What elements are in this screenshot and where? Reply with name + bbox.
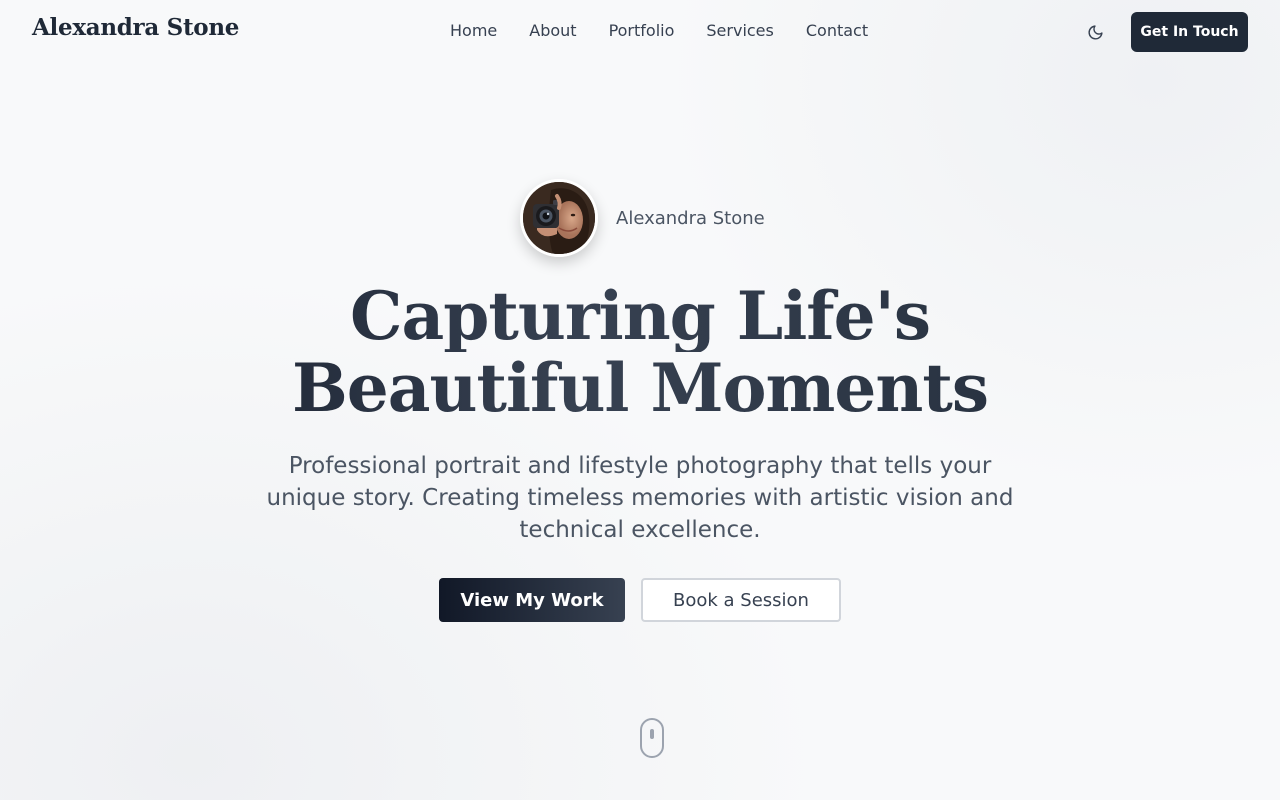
- scroll-wheel-icon: [650, 729, 654, 739]
- brand-logo[interactable]: Alexandra Stone: [32, 14, 239, 41]
- hero-subtitle: Professional portrait and lifestyle phot…: [266, 453, 1014, 543]
- get-in-touch-button[interactable]: Get In Touch: [1131, 12, 1248, 52]
- site-header: Alexandra Stone Home About Portfolio Ser…: [0, 0, 1280, 64]
- nav-portfolio-link[interactable]: Portfolio: [609, 21, 675, 40]
- profile-name: Alexandra Stone: [616, 207, 765, 229]
- theme-toggle-button[interactable]: [1081, 18, 1109, 46]
- nav-services-link[interactable]: Services: [706, 21, 773, 40]
- view-my-work-button[interactable]: View My Work: [439, 578, 625, 622]
- nav-about-link[interactable]: About: [529, 21, 576, 40]
- nav-home-link[interactable]: Home: [450, 21, 497, 40]
- book-a-session-button[interactable]: Book a Session: [641, 578, 841, 622]
- moon-icon: [1088, 24, 1103, 39]
- hero-headline: Capturing Life's Beautiful Moments: [0, 280, 1280, 424]
- nav-contact-link[interactable]: Contact: [806, 21, 868, 40]
- main-nav: Home About Portfolio Services Contact: [450, 21, 868, 40]
- profile-badge: Alexandra Stone: [520, 179, 765, 257]
- headline-line-2: Beautiful Moments: [0, 352, 1280, 424]
- photographer-portrait-icon: [523, 182, 595, 254]
- hero-actions: View My Work Book a Session: [439, 578, 841, 622]
- headline-line-1: Capturing Life's: [0, 280, 1280, 352]
- mouse-scroll-icon[interactable]: [640, 718, 664, 758]
- avatar: [520, 179, 598, 257]
